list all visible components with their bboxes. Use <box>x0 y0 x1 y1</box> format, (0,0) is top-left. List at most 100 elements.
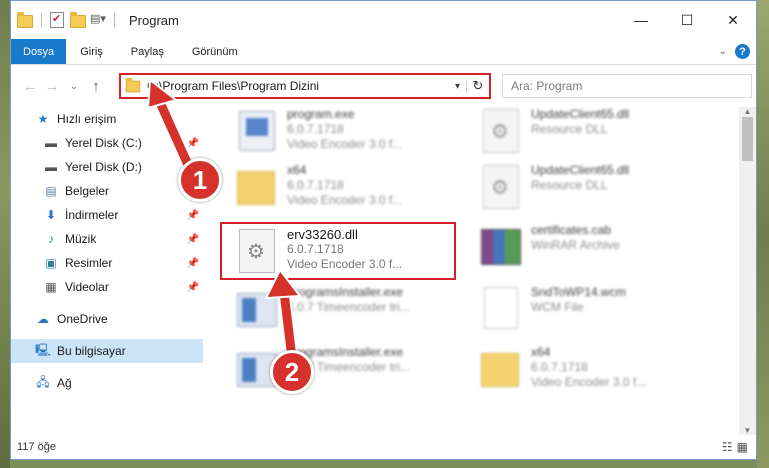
list-item[interactable]: certificates.cab WinRAR Archive <box>479 223 719 279</box>
drive-icon: ▬ <box>45 160 57 174</box>
vertical-scrollbar[interactable]: ▲ ▼ <box>739 107 756 435</box>
scroll-up-icon[interactable]: ▲ <box>739 107 756 116</box>
file-name: x64 <box>531 345 551 359</box>
new-folder-icon[interactable] <box>70 12 86 28</box>
list-item[interactable]: SndToWP14.wcm WCM File <box>479 285 719 341</box>
properties-icon[interactable] <box>50 12 66 28</box>
callout-badge-2: 2 <box>270 350 314 394</box>
pin-icon[interactable]: 📌 <box>187 282 199 293</box>
network-icon: 🖧 <box>36 374 50 389</box>
address-dropdown-icon[interactable]: ▾ <box>449 80 467 92</box>
file-name: UpdateClient65.dll <box>531 163 630 177</box>
pin-icon[interactable]: 📌 <box>187 138 199 149</box>
wcm-file-icon <box>479 285 523 333</box>
star-icon: ★ <box>37 112 49 126</box>
status-bar: 117 öğe ☷ ▦ <box>11 435 756 459</box>
address-bar[interactable]: C:\Program Files\Program Dizini ▾ ↻ <box>119 73 491 99</box>
window-title: Program <box>129 12 179 28</box>
address-row: ← → ⌄ ↑ C:\Program Files\Program Dizini … <box>11 65 756 107</box>
ribbon-right: ⌄ ? <box>719 44 750 59</box>
scroll-down-icon[interactable]: ▼ <box>739 426 756 435</box>
pin-icon[interactable]: 📌 <box>187 210 199 221</box>
cloud-icon: ☁ <box>37 312 49 326</box>
music-icon: ♪ <box>48 232 54 246</box>
callout-badge-1: 1 <box>178 158 222 202</box>
file-highlight-box <box>220 222 456 280</box>
scrollbar-thumb[interactable] <box>742 117 753 161</box>
navigation-pane: ★ Hızlı erişim ▬ Yerel Disk (C:) 📌 ▬ Yer… <box>11 107 203 435</box>
sidebar-item-label: Yerel Disk (C:) <box>65 136 142 150</box>
sidebar-item-local-disk-d[interactable]: ▬ Yerel Disk (D:) <box>11 155 203 179</box>
installer-icon <box>235 285 279 333</box>
folder-icon <box>125 77 141 92</box>
help-icon[interactable]: ? <box>735 44 750 59</box>
file-name: SndToWP14.wcm <box>531 285 626 299</box>
tab-share[interactable]: Paylaş <box>117 39 178 64</box>
divider <box>41 13 42 27</box>
list-item[interactable]: ProgramsInstaller.exe 6.0.7 Timeencoder … <box>235 285 475 341</box>
sidebar-item-label: Müzik <box>65 232 97 246</box>
sidebar-item-label: Videolar <box>65 280 109 294</box>
chevron-down-icon[interactable]: ⌄ <box>719 46 727 57</box>
file-description: Video Encoder 3.0 f... <box>531 375 647 389</box>
sidebar-item-network[interactable]: 🖧 Ağ <box>11 371 203 395</box>
tiles-view-icon[interactable]: ▦ <box>737 440 748 454</box>
ribbon-tabs: Dosya Giriş Paylaş Görünüm ⌄ ? <box>11 39 756 65</box>
list-item[interactable]: UpdateClient65.dll Resource DLL <box>479 163 719 219</box>
pin-icon[interactable]: 📌 <box>187 234 199 245</box>
file-version: 6.0.7.1718 <box>531 360 588 374</box>
close-button[interactable]: ✕ <box>710 1 756 39</box>
file-description: 6.0.7 Timeencoder tri... <box>287 300 410 314</box>
recent-locations-icon[interactable]: ⌄ <box>63 81 85 92</box>
sidebar-item-pictures[interactable]: ▣ Resimler 📌 <box>11 251 203 275</box>
tab-view[interactable]: Görünüm <box>178 39 252 64</box>
customize-toolbar-icon[interactable]: ▤▾ <box>90 12 106 28</box>
dll-file-icon <box>479 107 523 155</box>
file-type: Resource DLL <box>531 178 608 192</box>
forward-button[interactable]: → <box>41 78 63 95</box>
sidebar-item-documents[interactable]: ▤ Belgeler <box>11 179 203 203</box>
back-button[interactable]: ← <box>19 78 41 95</box>
view-toggle: ☷ ▦ <box>722 440 748 454</box>
address-path[interactable]: C:\Program Files\Program Dizini <box>147 79 449 93</box>
tab-home[interactable]: Giriş <box>66 39 117 64</box>
exe-file-icon <box>235 107 279 155</box>
videos-icon: ▦ <box>45 280 57 294</box>
desktop-background-left <box>0 0 10 468</box>
list-item[interactable]: x64 6.0.7.1718 Video Encoder 3.0 f... <box>235 163 475 219</box>
sidebar-item-quick-access[interactable]: ★ Hızlı erişim <box>11 107 203 131</box>
file-name: ProgramsInstaller.exe <box>287 285 404 299</box>
sidebar-item-label: Resimler <box>65 256 113 270</box>
window-controls: — ☐ ✕ <box>618 1 756 39</box>
sidebar-item-videos[interactable]: ▦ Videolar 📌 <box>11 275 203 299</box>
sidebar-item-onedrive[interactable]: ☁ OneDrive <box>11 307 203 331</box>
folder-icon <box>17 12 33 28</box>
sidebar-item-music[interactable]: ♪ Müzik 📌 <box>11 227 203 251</box>
file-type: WCM File <box>531 300 584 314</box>
sidebar-item-downloads[interactable]: ⬇ İndirmeler 📌 <box>11 203 203 227</box>
maximize-button[interactable]: ☐ <box>664 1 710 39</box>
refresh-icon[interactable]: ↻ <box>467 78 489 94</box>
file-type: WinRAR Archive <box>531 238 620 252</box>
computer-icon: 🖳 <box>35 342 52 357</box>
sidebar-item-label: Bu bilgisayar <box>57 344 126 358</box>
dll-file-icon <box>479 163 523 211</box>
list-item[interactable]: x64 6.0.7.1718 Video Encoder 3.0 f... <box>479 345 719 401</box>
pin-icon[interactable]: 📌 <box>187 258 199 269</box>
sidebar-item-label: Ağ <box>57 376 72 390</box>
list-item[interactable]: program.exe 6.0.7.1718 Video Encoder 3.0… <box>235 107 475 163</box>
archive-icon <box>479 223 523 271</box>
details-view-icon[interactable]: ☷ <box>722 440 733 454</box>
file-type: Resource DLL <box>531 122 608 136</box>
up-button[interactable]: ↑ <box>85 78 107 95</box>
sidebar-item-this-pc[interactable]: 🖳 Bu bilgisayar <box>11 339 203 363</box>
minimize-button[interactable]: — <box>618 1 664 39</box>
list-item[interactable]: UpdateClient65.dll Resource DLL <box>479 107 719 163</box>
sidebar-item-label: Hızlı erişim <box>57 112 117 126</box>
search-input[interactable]: Ara: Program <box>502 74 752 98</box>
sidebar-item-label: İndirmeler <box>65 208 119 222</box>
file-version: 6.0.7.1718 <box>287 122 344 136</box>
tab-file[interactable]: Dosya <box>11 39 67 64</box>
sidebar-item-local-disk-c[interactable]: ▬ Yerel Disk (C:) 📌 <box>11 131 203 155</box>
folder-icon <box>479 345 523 393</box>
